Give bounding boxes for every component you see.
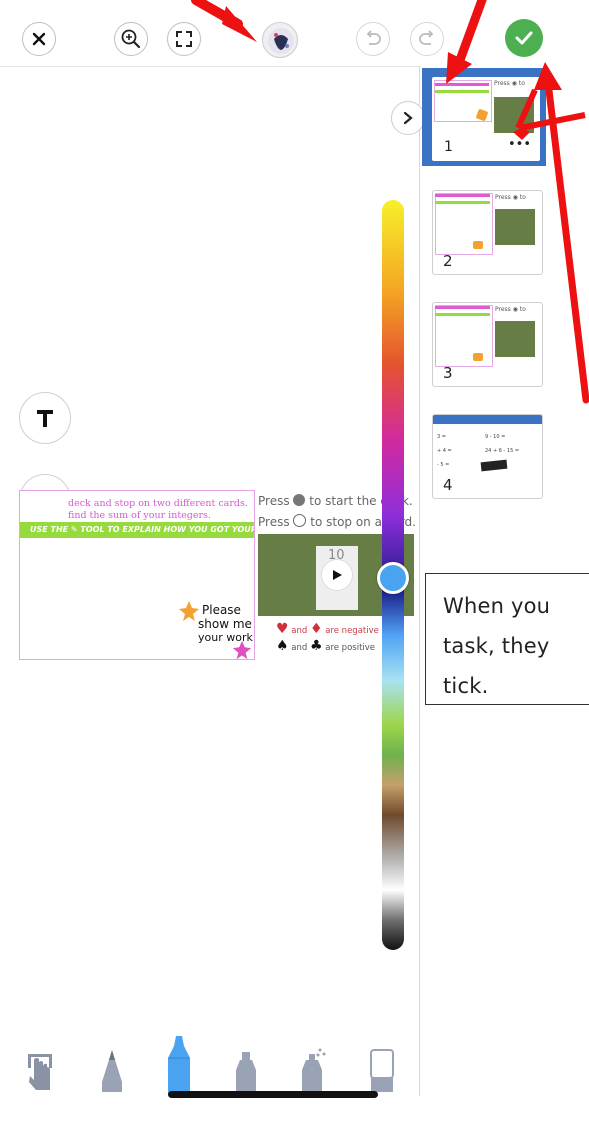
- home-indicator[interactable]: [168, 1091, 378, 1098]
- annotation-arrows: [191, 0, 589, 404]
- arrow-to-thumbnail: [455, 0, 487, 65]
- arrow-shaft-long: [544, 78, 589, 404]
